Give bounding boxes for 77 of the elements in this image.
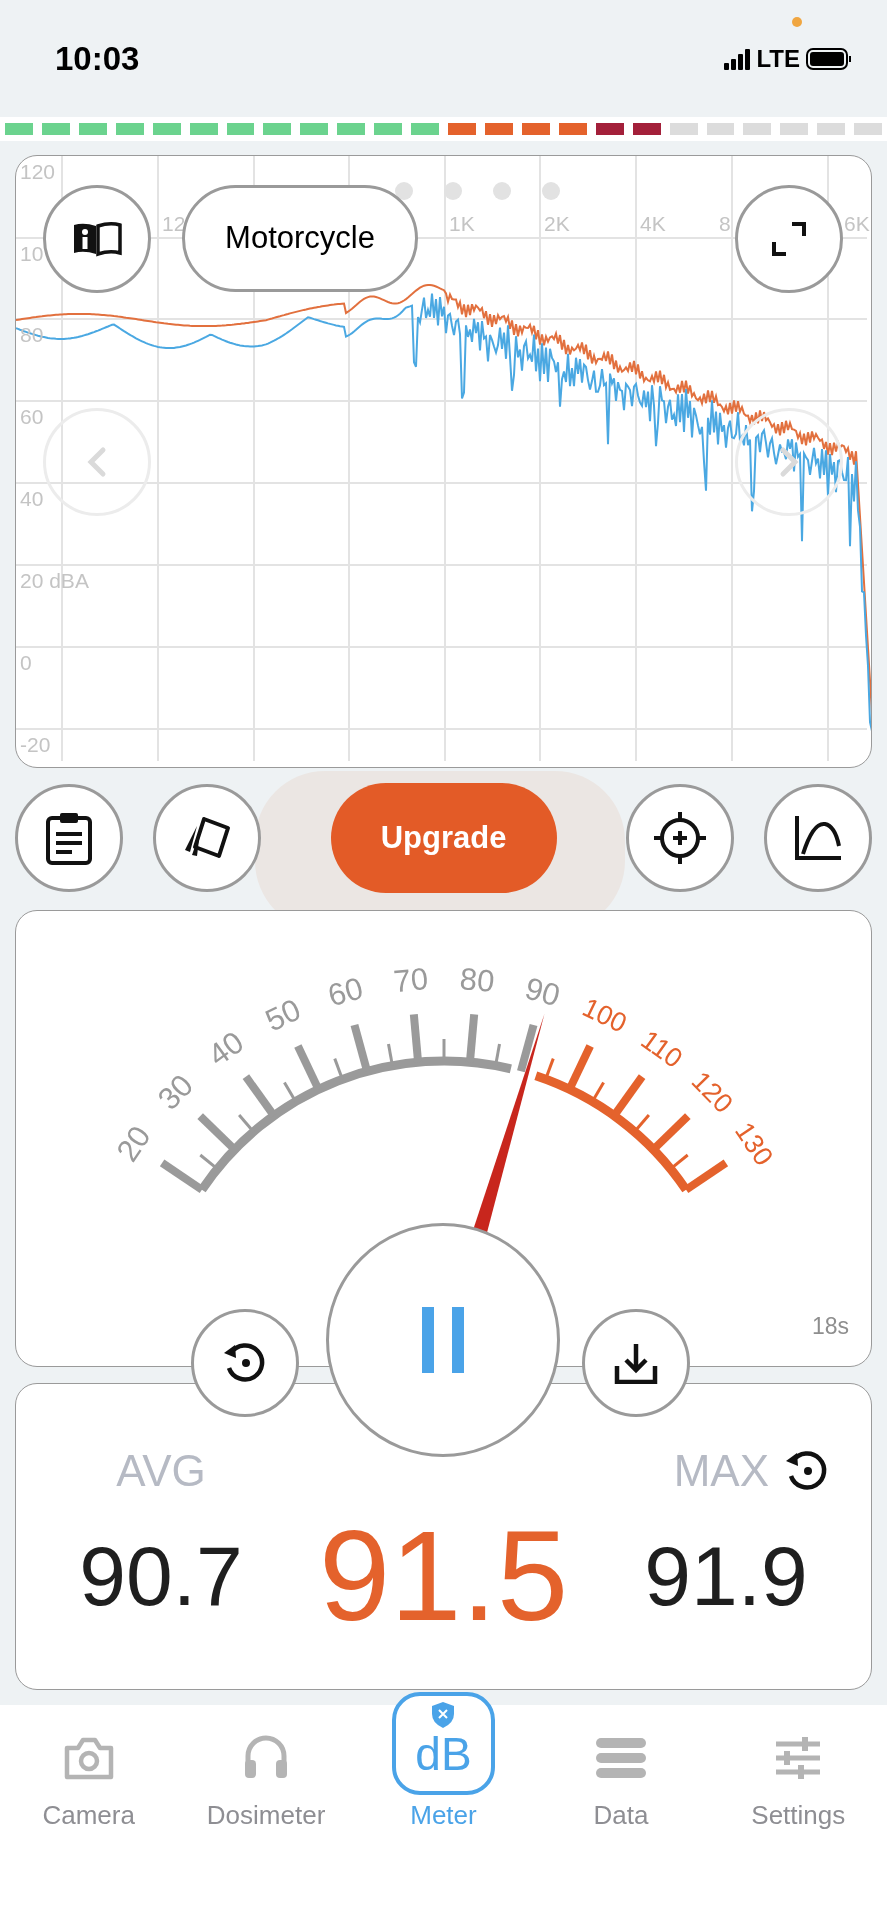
axis-label: 60 xyxy=(20,405,44,429)
axis-label: -20 xyxy=(20,733,51,757)
level-segment xyxy=(854,123,883,135)
axis-label: 20 dBA xyxy=(20,569,89,593)
stack-icon xyxy=(594,1736,647,1780)
reset-max-button[interactable] xyxy=(785,1449,829,1493)
pause-icon xyxy=(422,1307,464,1373)
sliders-icon xyxy=(774,1736,823,1780)
level-segment xyxy=(669,123,698,135)
max-label: MAX xyxy=(673,1445,769,1497)
level-segment xyxy=(411,123,440,135)
axis-label: 8 xyxy=(719,212,731,236)
curve-chart-icon xyxy=(793,814,843,862)
level-segment xyxy=(5,123,33,135)
axis-label: 0 xyxy=(20,651,32,675)
axis-label: 1K xyxy=(449,212,475,236)
axis-label: 10 xyxy=(20,242,44,266)
current-level-value: 91.5 xyxy=(318,1512,569,1640)
level-segment xyxy=(115,123,144,135)
network-label: LTE xyxy=(756,43,800,74)
level-segment xyxy=(263,123,292,135)
level-segment xyxy=(448,123,476,135)
clock-time: 10:03 xyxy=(55,38,140,79)
tab-item[interactable]: Settings xyxy=(709,1692,887,1830)
scale-label: 30 xyxy=(151,1067,201,1117)
level-segment xyxy=(521,123,550,135)
max-value: 91.9 xyxy=(644,1534,808,1618)
level-segment xyxy=(300,123,329,135)
level-segment xyxy=(189,123,218,135)
tab-item[interactable]: Data xyxy=(532,1692,710,1830)
reset-icon xyxy=(785,1449,829,1493)
scale-label: 100 xyxy=(577,992,632,1039)
avg-value: 90.7 xyxy=(79,1534,243,1618)
scale-label: 20 xyxy=(109,1119,158,1168)
level-segment xyxy=(374,123,403,135)
level-segment xyxy=(743,123,772,135)
clipboard-icon xyxy=(45,811,93,865)
level-segment xyxy=(558,123,587,135)
axis-label: 6K xyxy=(844,212,870,236)
upgrade-button[interactable]: Upgrade xyxy=(330,783,557,893)
tab-item[interactable]: Dosimeter xyxy=(177,1692,355,1830)
axis-label: 2K xyxy=(544,212,570,236)
level-segment xyxy=(41,123,70,135)
level-segment xyxy=(780,123,809,135)
scale-label: 80 xyxy=(458,961,496,1000)
scale-label: 40 xyxy=(201,1024,251,1074)
cards-icon xyxy=(182,816,232,860)
scale-label: 50 xyxy=(260,991,307,1039)
tab-item[interactable]: dB Meter xyxy=(354,1692,533,1830)
book-icon xyxy=(72,221,122,257)
avg-label: AVG xyxy=(116,1445,206,1497)
level-segment xyxy=(817,123,846,135)
level-segment xyxy=(595,123,624,135)
level-segment xyxy=(152,123,181,135)
shield-icon xyxy=(432,1702,454,1728)
level-segment xyxy=(485,123,513,135)
crosshair-icon xyxy=(652,810,708,866)
level-segment xyxy=(226,123,255,135)
elapsed-time: 18s xyxy=(811,1312,849,1341)
battery-icon xyxy=(806,47,852,70)
tab-item[interactable]: Camera xyxy=(0,1692,178,1830)
level-segment xyxy=(706,123,735,135)
level-segment xyxy=(78,123,107,135)
expand-icon xyxy=(772,222,806,256)
next-button[interactable] xyxy=(735,408,843,516)
axis-label: 40 xyxy=(20,487,44,511)
scale-label: 70 xyxy=(392,961,430,1000)
axis-label: 120 xyxy=(20,160,56,184)
signal-icon xyxy=(724,47,751,70)
icon-text: dB xyxy=(415,1730,472,1777)
reset-icon xyxy=(223,1341,267,1385)
axis-label: 4K xyxy=(640,212,666,236)
scale-label: 60 xyxy=(324,970,367,1014)
level-segment xyxy=(337,123,366,135)
scale-label: 90 xyxy=(521,970,564,1014)
camera-icon xyxy=(63,1736,114,1780)
download-icon xyxy=(614,1342,658,1384)
